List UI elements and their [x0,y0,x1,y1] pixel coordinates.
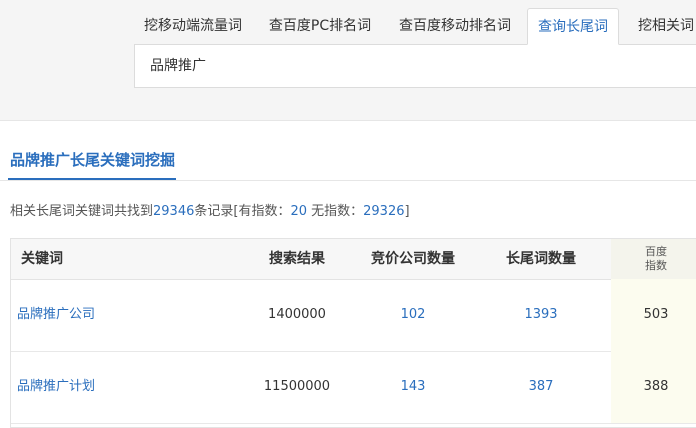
header-bidding-companies: 竞价公司数量 [371,251,455,267]
result-summary: 相关长尾词关键词共找到29346条记录[有指数：20 无指数：29326] [10,200,410,219]
header-baidu-index-line2: 指数 [645,259,667,272]
search-input[interactable]: 品牌推广 [134,44,696,88]
longtail-count-link[interactable]: 387 [481,351,601,423]
summary-mid-1: 条记录[有指数： [194,204,291,219]
header-baidu-index: 百度 指数 [611,239,696,279]
search-results-value: 1400000 [268,307,326,322]
header-keyword: 关键词 [21,251,63,267]
top-panel: 挖移动端流量词 查百度PC排名词 查百度移动排名词 查询长尾词 挖相关词 品牌推… [0,0,696,121]
summary-prefix: 相关长尾词关键词共找到 [10,204,154,219]
section-divider [0,180,696,181]
tab-longtail-query[interactable]: 查询长尾词 [527,8,619,45]
tool-tabs: 挖移动端流量词 查百度PC排名词 查百度移动排名词 查询长尾词 挖相关词 [134,8,696,45]
bidding-count-link[interactable]: 143 [353,351,473,423]
summary-without-index-count: 29326 [363,204,405,219]
baidu-index-value: 388 [611,351,696,423]
summary-with-index-count: 20 [290,204,307,219]
summary-total-count: 29346 [153,204,195,219]
table-header: 关键词 搜索结果 竞价公司数量 长尾词数量 百度 指数 [11,239,696,280]
header-baidu-index-line1: 百度 [645,245,667,258]
summary-suffix: ] [404,204,410,219]
search-results-value: 11500000 [263,379,331,394]
table-row: 品牌推广公司 1400000 102 1393 503 [11,279,696,352]
tab-baidu-pc-rank[interactable]: 查百度PC排名词 [256,8,384,44]
longtail-table: 关键词 搜索结果 竞价公司数量 长尾词数量 百度 指数 品牌推广公司 14000… [10,238,696,428]
table-row: 品牌推广计划 11500000 143 387 388 [11,351,696,424]
bidding-count-link[interactable]: 102 [353,279,473,351]
keyword-link[interactable]: 品牌推广计划 [17,351,217,423]
tab-baidu-mobile-rank[interactable]: 查百度移动排名词 [390,8,520,44]
keyword-link[interactable]: 品牌推广公司 [17,279,217,351]
tab-mobile-traffic-words[interactable]: 挖移动端流量词 [134,8,252,44]
tab-related-words[interactable]: 挖相关词 [626,8,696,44]
header-longtail-count: 长尾词数量 [506,251,576,267]
summary-mid-2: 无指数： [307,204,364,219]
header-search-results: 搜索结果 [269,251,325,267]
longtail-count-link[interactable]: 1393 [481,279,601,351]
section-title: 品牌推广长尾关键词挖掘 [10,151,176,169]
baidu-index-value: 503 [611,279,696,351]
